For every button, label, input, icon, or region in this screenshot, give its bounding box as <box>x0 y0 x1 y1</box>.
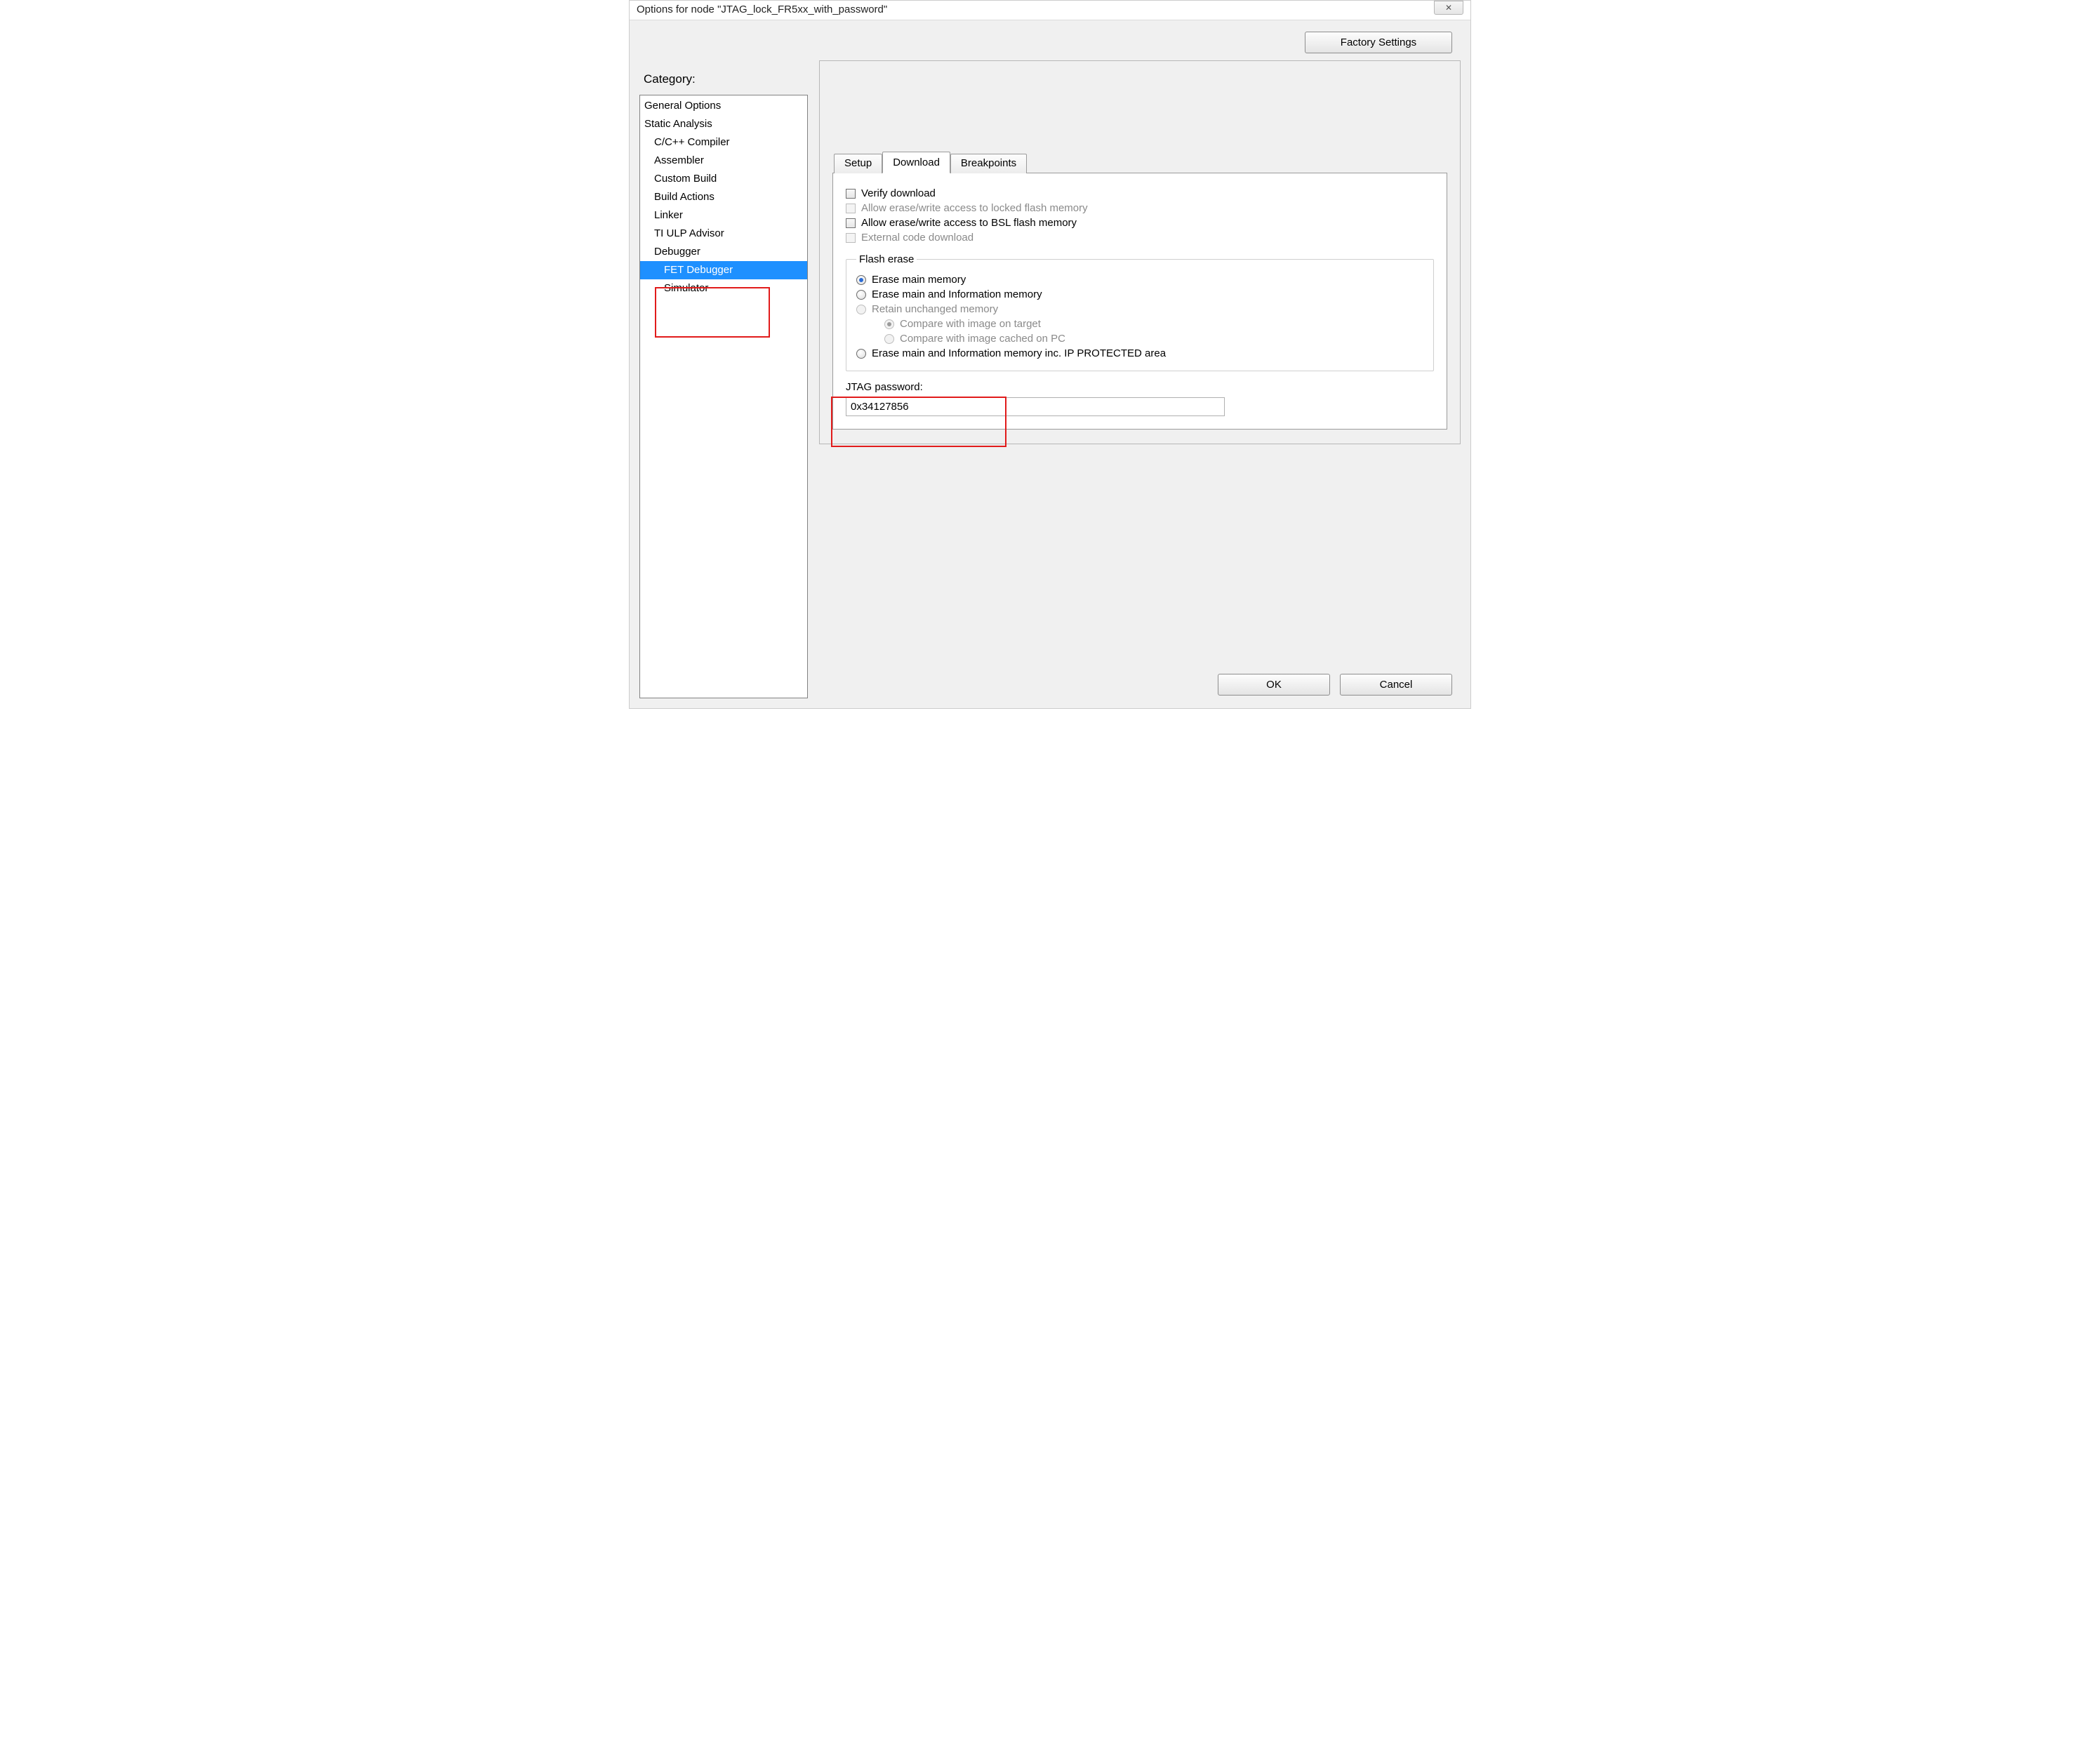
allow-bsl-row[interactable]: Allow erase/write access to BSL flash me… <box>846 217 1434 229</box>
category-label: Category: <box>644 72 808 86</box>
allow-locked-label: Allow erase/write access to locked flash… <box>861 202 1088 214</box>
erase-ip-protected-row[interactable]: Erase main and Information memory inc. I… <box>856 347 1423 359</box>
factory-settings-button[interactable]: Factory Settings <box>1305 32 1452 53</box>
cat-build-actions[interactable]: Build Actions <box>640 188 807 206</box>
cancel-button[interactable]: Cancel <box>1340 674 1452 696</box>
radio-icon <box>856 305 866 314</box>
tab-setup[interactable]: Setup <box>834 154 882 173</box>
checkbox-icon <box>846 218 856 228</box>
titlebar: Options for node "JTAG_lock_FR5xx_with_p… <box>630 1 1470 20</box>
verify-download-row[interactable]: Verify download <box>846 187 1434 199</box>
tab-breakpoints[interactable]: Breakpoints <box>950 154 1027 173</box>
cat-static-analysis[interactable]: Static Analysis <box>640 115 807 133</box>
checkbox-icon <box>846 204 856 213</box>
close-button[interactable]: ✕ <box>1434 1 1463 15</box>
jtag-password-row: JTAG password: <box>846 381 1434 416</box>
flash-erase-legend: Flash erase <box>856 253 917 265</box>
cat-assembler[interactable]: Assembler <box>640 152 807 170</box>
checkbox-icon <box>846 233 856 243</box>
allow-locked-row: Allow erase/write access to locked flash… <box>846 202 1434 214</box>
allow-bsl-label: Allow erase/write access to BSL flash me… <box>861 217 1077 229</box>
external-code-row: External code download <box>846 232 1434 244</box>
tab-strip: Setup Download Breakpoints <box>834 151 1447 173</box>
radio-icon <box>884 319 894 329</box>
erase-main-info-row[interactable]: Erase main and Information memory <box>856 288 1423 300</box>
checkbox-icon <box>846 189 856 199</box>
erase-ip-protected-label: Erase main and Information memory inc. I… <box>872 347 1166 359</box>
cat-simulator[interactable]: Simulator <box>640 279 807 298</box>
compare-target-row: Compare with image on target <box>884 318 1423 330</box>
dialog-body: Category: General Options Static Analysi… <box>630 20 1470 708</box>
retain-unchanged-row: Retain unchanged memory <box>856 303 1423 315</box>
erase-main-info-label: Erase main and Information memory <box>872 288 1042 300</box>
window-title: Options for node "JTAG_lock_FR5xx_with_p… <box>637 4 887 15</box>
right-column: Factory Settings Setup Download Breakpoi… <box>819 29 1461 698</box>
bottom-button-row: OK Cancel <box>1218 674 1452 696</box>
erase-main-label: Erase main memory <box>872 274 966 286</box>
top-button-row: Factory Settings <box>819 29 1461 60</box>
tab-download[interactable]: Download <box>882 152 950 173</box>
panel-frame: Setup Download Breakpoints Verify downlo… <box>819 60 1461 444</box>
cat-general-options[interactable]: General Options <box>640 97 807 115</box>
flash-erase-group: Flash erase Erase main memory Erase main… <box>846 253 1434 371</box>
tab-page-download: Verify download Allow erase/write access… <box>832 173 1447 430</box>
verify-download-label: Verify download <box>861 187 936 199</box>
retain-unchanged-label: Retain unchanged memory <box>872 303 998 315</box>
cat-debugger[interactable]: Debugger <box>640 243 807 261</box>
jtag-password-input[interactable] <box>846 397 1225 416</box>
cat-c-cpp-compiler[interactable]: C/C++ Compiler <box>640 133 807 152</box>
options-dialog: Options for node "JTAG_lock_FR5xx_with_p… <box>629 0 1471 709</box>
radio-icon <box>856 349 866 359</box>
radio-icon <box>856 275 866 285</box>
ok-button[interactable]: OK <box>1218 674 1330 696</box>
cat-fet-debugger[interactable]: FET Debugger <box>640 261 807 279</box>
close-icon: ✕ <box>1445 3 1452 13</box>
cat-custom-build[interactable]: Custom Build <box>640 170 807 188</box>
external-code-label: External code download <box>861 232 973 244</box>
left-column: Category: General Options Static Analysi… <box>639 29 808 698</box>
radio-icon <box>884 334 894 344</box>
compare-cached-label: Compare with image cached on PC <box>900 333 1065 345</box>
cat-linker[interactable]: Linker <box>640 206 807 225</box>
compare-cached-row: Compare with image cached on PC <box>884 333 1423 345</box>
radio-icon <box>856 290 866 300</box>
category-list[interactable]: General Options Static Analysis C/C++ Co… <box>639 95 808 698</box>
erase-main-row[interactable]: Erase main memory <box>856 274 1423 286</box>
cat-ti-ulp-advisor[interactable]: TI ULP Advisor <box>640 225 807 243</box>
jtag-password-label: JTAG password: <box>846 381 1434 393</box>
compare-target-label: Compare with image on target <box>900 318 1041 330</box>
